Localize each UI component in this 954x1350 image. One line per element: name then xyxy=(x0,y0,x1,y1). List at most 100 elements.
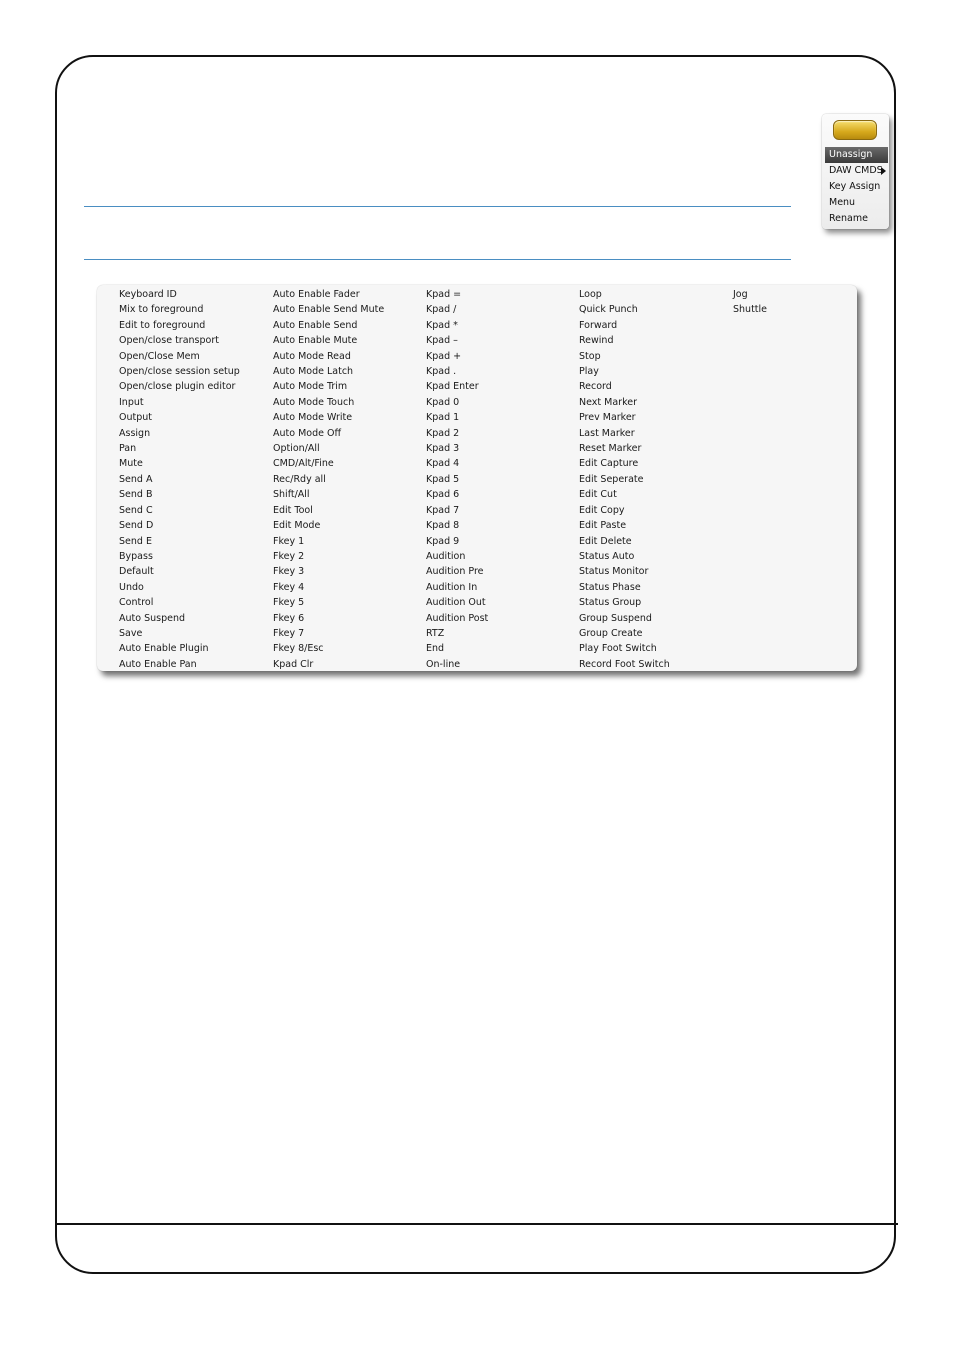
command-item[interactable]: Kpad 9 xyxy=(426,534,488,549)
command-item[interactable]: Input xyxy=(119,395,240,410)
command-item[interactable]: Audition In xyxy=(426,580,488,595)
command-item[interactable]: Auto Enable Fader xyxy=(273,287,384,302)
command-item[interactable]: Rec/Rdy all xyxy=(273,472,384,487)
command-item[interactable]: Edit Paste xyxy=(579,518,670,533)
command-item[interactable]: End xyxy=(426,641,488,656)
command-item[interactable]: Status Group xyxy=(579,595,670,610)
command-item[interactable]: Fkey 4 xyxy=(273,580,384,595)
menu-item-daw-cmds[interactable]: DAW CMDS xyxy=(825,163,888,179)
command-item[interactable]: Play Foot Switch xyxy=(579,641,670,656)
command-item[interactable]: Group Create xyxy=(579,626,670,641)
menu-item-rename[interactable]: Rename xyxy=(825,211,888,227)
command-item[interactable]: Kpad * xyxy=(426,318,488,333)
command-item[interactable]: Auto Enable Pan xyxy=(119,657,240,672)
command-item[interactable]: Auto Enable Send Mute xyxy=(273,302,384,317)
command-item[interactable]: Status Phase xyxy=(579,580,670,595)
command-item[interactable]: Forward xyxy=(579,318,670,333)
menu-item-menu[interactable]: Menu xyxy=(825,195,888,211)
command-item[interactable]: Keyboard ID xyxy=(119,287,240,302)
command-item[interactable]: Fkey 7 xyxy=(273,626,384,641)
command-item[interactable]: Open/close transport xyxy=(119,333,240,348)
command-item[interactable]: Stop xyxy=(579,349,670,364)
command-item[interactable]: Auto Mode Trim xyxy=(273,379,384,394)
command-item[interactable]: Next Marker xyxy=(579,395,670,410)
command-item[interactable]: Assign xyxy=(119,426,240,441)
menu-item-unassign[interactable]: Unassign xyxy=(825,147,888,163)
command-item[interactable]: Open/Close Mem xyxy=(119,349,240,364)
command-item[interactable]: Auto Enable Send xyxy=(273,318,384,333)
command-item[interactable]: Play xyxy=(579,364,670,379)
command-item[interactable]: Audition Post xyxy=(426,611,488,626)
command-item[interactable]: Kpad Enter xyxy=(426,379,488,394)
command-item[interactable]: Save xyxy=(119,626,240,641)
command-item[interactable]: Open/close plugin editor xyxy=(119,379,240,394)
command-item[interactable]: Last Marker xyxy=(579,426,670,441)
command-item[interactable]: Kpad 2 xyxy=(426,426,488,441)
command-item[interactable]: Rewind xyxy=(579,333,670,348)
command-item[interactable]: Kpad 6 xyxy=(426,487,488,502)
command-item[interactable]: Pan xyxy=(119,441,240,456)
command-item[interactable]: Fkey 3 xyxy=(273,564,384,579)
command-item[interactable]: Kpad – xyxy=(426,333,488,348)
command-item[interactable]: Kpad 1 xyxy=(426,410,488,425)
command-item[interactable]: Default xyxy=(119,564,240,579)
command-item[interactable]: Group Suspend xyxy=(579,611,670,626)
command-item[interactable]: On-line xyxy=(426,657,488,672)
command-item[interactable]: Shuttle xyxy=(733,302,767,317)
command-item[interactable]: Kpad 7 xyxy=(426,503,488,518)
command-item[interactable]: Auto Enable Mute xyxy=(273,333,384,348)
command-item[interactable]: Jog xyxy=(733,287,767,302)
command-item[interactable]: Mix to foreground xyxy=(119,302,240,317)
command-item[interactable]: Open/close session setup xyxy=(119,364,240,379)
command-item[interactable]: Kpad . xyxy=(426,364,488,379)
command-item[interactable]: Audition Out xyxy=(426,595,488,610)
command-item[interactable]: Send B xyxy=(119,487,240,502)
gold-key-button[interactable] xyxy=(833,120,877,140)
command-item[interactable]: Send D xyxy=(119,518,240,533)
command-item[interactable]: Auto Mode Off xyxy=(273,426,384,441)
command-item[interactable]: Auto Mode Latch xyxy=(273,364,384,379)
command-item[interactable]: Edit Cut xyxy=(579,487,670,502)
command-item[interactable]: Kpad 5 xyxy=(426,472,488,487)
command-item[interactable]: Output xyxy=(119,410,240,425)
command-item[interactable]: Kpad 4 xyxy=(426,456,488,471)
command-item[interactable]: Auto Mode Touch xyxy=(273,395,384,410)
command-item[interactable]: Auto Suspend xyxy=(119,611,240,626)
command-item[interactable]: Kpad = xyxy=(426,287,488,302)
command-item[interactable]: Fkey 2 xyxy=(273,549,384,564)
command-item[interactable]: Loop xyxy=(579,287,670,302)
command-item[interactable]: Kpad 8 xyxy=(426,518,488,533)
command-item[interactable]: Kpad / xyxy=(426,302,488,317)
command-item[interactable]: Edit Mode xyxy=(273,518,384,533)
command-item[interactable]: Mute xyxy=(119,456,240,471)
command-item[interactable]: Fkey 5 xyxy=(273,595,384,610)
command-item[interactable]: Send A xyxy=(119,472,240,487)
command-item[interactable]: Edit Delete xyxy=(579,534,670,549)
command-item[interactable]: RTZ xyxy=(426,626,488,641)
command-item[interactable]: Auto Enable Plugin xyxy=(119,641,240,656)
command-item[interactable]: Fkey 8/Esc xyxy=(273,641,384,656)
command-item[interactable]: Shift/All xyxy=(273,487,384,502)
command-item[interactable]: Auto Mode Write xyxy=(273,410,384,425)
command-item[interactable]: Kpad Clr xyxy=(273,657,384,672)
command-item[interactable]: Undo xyxy=(119,580,240,595)
command-item[interactable]: Kpad 3 xyxy=(426,441,488,456)
command-item[interactable]: Fkey 1 xyxy=(273,534,384,549)
command-item[interactable]: Edit to foreground xyxy=(119,318,240,333)
command-item[interactable]: Send C xyxy=(119,503,240,518)
command-item[interactable]: CMD/Alt/Fine xyxy=(273,456,384,471)
command-item[interactable]: Send E xyxy=(119,534,240,549)
command-item[interactable]: Prev Marker xyxy=(579,410,670,425)
command-item[interactable]: Record xyxy=(579,379,670,394)
command-item[interactable]: Kpad + xyxy=(426,349,488,364)
command-item[interactable]: Option/All xyxy=(273,441,384,456)
command-item[interactable]: Status Auto xyxy=(579,549,670,564)
command-item[interactable]: Fkey 6 xyxy=(273,611,384,626)
command-item[interactable]: Edit Copy xyxy=(579,503,670,518)
command-item[interactable]: Kpad 0 xyxy=(426,395,488,410)
command-item[interactable]: Edit Seperate xyxy=(579,472,670,487)
command-item[interactable]: Quick Punch xyxy=(579,302,670,317)
command-item[interactable]: Record Foot Switch xyxy=(579,657,670,672)
command-item[interactable]: Bypass xyxy=(119,549,240,564)
command-item[interactable]: Audition Pre xyxy=(426,564,488,579)
